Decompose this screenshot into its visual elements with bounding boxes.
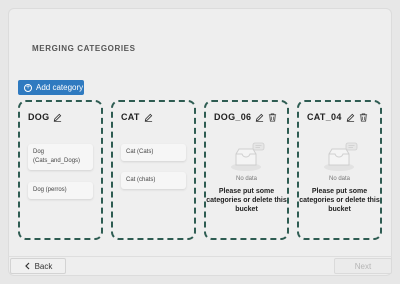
bucket-header: DOG_06 [214, 112, 281, 122]
bucket-cat-04: CAT_04 No data Please put some categorie… [297, 100, 382, 240]
pencil-icon[interactable] [53, 113, 62, 122]
chevron-left-icon [24, 262, 30, 270]
bucket-dog: DOG Dog (Cats_and_Dogs) Dog (perros) [18, 100, 103, 240]
empty-state: No data Please put some categories or de… [299, 140, 380, 214]
trash-icon[interactable] [359, 113, 368, 122]
bucket-dog-06: DOG_06 No data Please put some categorie… [204, 100, 289, 240]
category-card[interactable]: Dog (Cats_and_Dogs) [28, 144, 93, 170]
pencil-icon[interactable] [346, 113, 355, 122]
back-button[interactable]: Back [10, 258, 66, 274]
bucket-name: CAT [121, 112, 140, 122]
next-label: Next [354, 261, 372, 271]
trash-icon[interactable] [268, 113, 277, 122]
bucket-header: DOG [28, 112, 95, 122]
next-button[interactable]: Next [334, 258, 392, 274]
plus-circle-icon: + [24, 83, 32, 92]
empty-state: No data Please put some categories or de… [206, 140, 287, 214]
bucket-name: DOG [28, 112, 50, 122]
no-data-text: No data [328, 176, 350, 182]
category-card[interactable]: Cat (chats) [121, 172, 186, 189]
bucket-name: CAT_04 [307, 112, 342, 122]
empty-bucket-message: Please put some categories or delete thi… [299, 188, 380, 213]
category-card[interactable]: Cat (Cats) [121, 144, 186, 161]
pencil-icon[interactable] [255, 113, 264, 122]
bucket-header: CAT [121, 112, 188, 122]
back-label: Back [34, 261, 53, 271]
category-card[interactable]: Dog (perros) [28, 182, 93, 199]
bucket-header: CAT_04 [307, 112, 374, 122]
empty-inbox-icon [323, 142, 357, 171]
bucket-cat: CAT Cat (Cats) Cat (chats) [111, 100, 196, 240]
no-data-text: No data [235, 176, 257, 182]
empty-bucket-message: Please put some categories or delete thi… [206, 188, 287, 213]
empty-inbox-icon [230, 142, 264, 171]
bucket-name: DOG_06 [214, 112, 252, 122]
add-category-label: Add category [36, 83, 84, 92]
add-category-button[interactable]: + Add category [18, 80, 84, 95]
page-title: MERGING CATEGORIES [32, 44, 136, 53]
footer-divider [8, 256, 392, 257]
pencil-icon[interactable] [144, 113, 153, 122]
